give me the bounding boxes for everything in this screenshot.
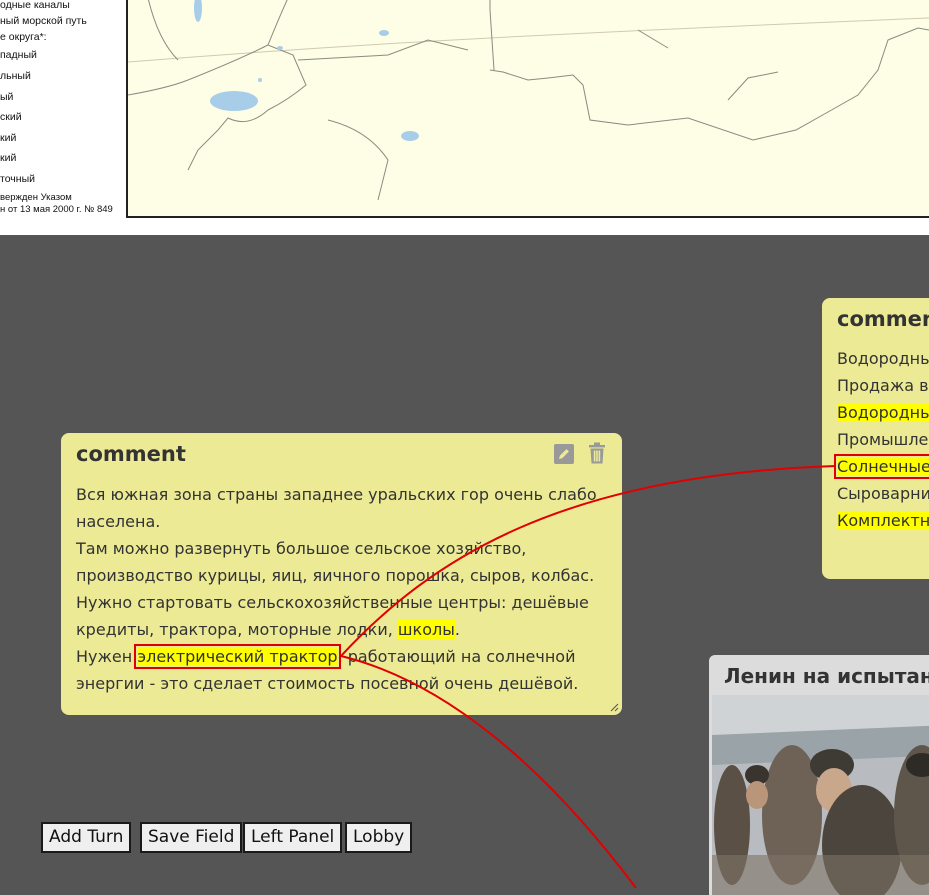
legend-line: ский [0,111,22,123]
comment-title: commen [837,307,929,331]
map-view[interactable]: одные каналы ный морской путь е округа*:… [0,0,929,218]
legend-line: падный [0,49,37,61]
comment-text: Нужно стартовать сельскохозяйственные це… [76,593,589,612]
comment-text: . [454,620,460,639]
comment-line: Продажа в [837,372,929,399]
image-card[interactable]: Ленин на испытани [709,655,929,895]
comment-text: энергии - это сделает стоимость посевной… [76,674,579,693]
comment-line: Промышле [837,426,929,453]
comment-line: Вся южная зона страны западнее уральских… [76,481,597,508]
comment-line: населена. [76,508,597,535]
legend-line: ный морской путь [0,15,87,27]
highlighted-phrase[interactable]: Водородны [837,403,929,422]
comment-text: населена. [76,512,161,531]
comment-text: Промышле [837,430,929,449]
legend-line: одные каналы [0,0,70,11]
painting-image [712,695,929,895]
legend-line: точный [0,173,35,185]
highlighted-phrase[interactable]: Комплектн [837,511,929,530]
comment-line: Сыроварни [837,480,929,507]
trash-icon[interactable] [586,442,608,464]
comment-text: Сыроварни [837,484,929,503]
linked-phrase[interactable]: Солнечные [834,454,929,479]
legend-line: кий [0,152,17,164]
save-field-button[interactable]: Save Field [140,822,243,853]
comment-text: производство курицы, яиц, яичного порошк… [76,566,595,585]
comment-text: Водородны [837,349,929,368]
resize-grip-icon[interactable] [610,703,619,712]
legend-line: н от 13 мая 2000 г. № 849 [0,204,113,215]
comment-body: Водородны Продажа в Водородны Промышле Солне… [834,345,929,534]
comment-line: Солнечные [834,453,929,480]
comment-text: Там можно развернуть большое сельское хо… [76,539,527,558]
comment-body: Вся южная зона страны западнее уральских… [76,481,597,697]
map-legend: одные каналы ный морской путь е округа*:… [0,0,128,218]
legend-line: кий [0,132,17,144]
comment-text: Продажа в [837,376,929,395]
highlighted-phrase[interactable]: школы [397,620,455,639]
lobby-button[interactable]: Lobby [345,822,413,853]
legend-line: льный [0,70,31,82]
legend-line: вержден Указом [0,192,72,203]
comment-line: Нужен электрический трактор, работающий … [76,643,597,670]
legend-line: е округа*: [0,31,47,43]
comment-card[interactable]: comment Вся южная зона страны западнее у… [61,433,622,715]
comment-text: кредиты, трактора, моторные лодки, [76,620,398,639]
comment-text: , работающий на солнечной [337,647,576,666]
legend-line: ый [0,91,14,103]
add-turn-button[interactable]: Add Turn [41,822,132,853]
image-card-title: Ленин на испытани [724,664,929,688]
pencil-icon[interactable] [553,443,575,465]
comment-title: comment [76,442,186,466]
comment-line: производство курицы, яиц, яичного порошк… [76,562,597,589]
comment-line: Комплектн [837,507,929,534]
comment-line: Нужно стартовать сельскохозяйственные це… [76,589,597,616]
map-image [128,0,929,201]
comment-line: энергии - это сделает стоимость посевной… [76,670,597,697]
comment-card[interactable]: commen Водородны Продажа в Водородны Промыш… [822,298,929,579]
left-panel-button[interactable]: Left Panel [243,822,343,853]
comment-text: Нужен [76,647,138,666]
map-bottom-strip [0,218,929,235]
comment-text: Вся южная зона страны западнее уральских… [76,485,597,504]
comment-line: Водородны [837,345,929,372]
linked-phrase[interactable]: электрический трактор [134,644,341,669]
comment-line: кредиты, трактора, моторные лодки, школы… [76,616,597,643]
comment-line: Водородны [837,399,929,426]
comment-line: Там можно развернуть большое сельское хо… [76,535,597,562]
